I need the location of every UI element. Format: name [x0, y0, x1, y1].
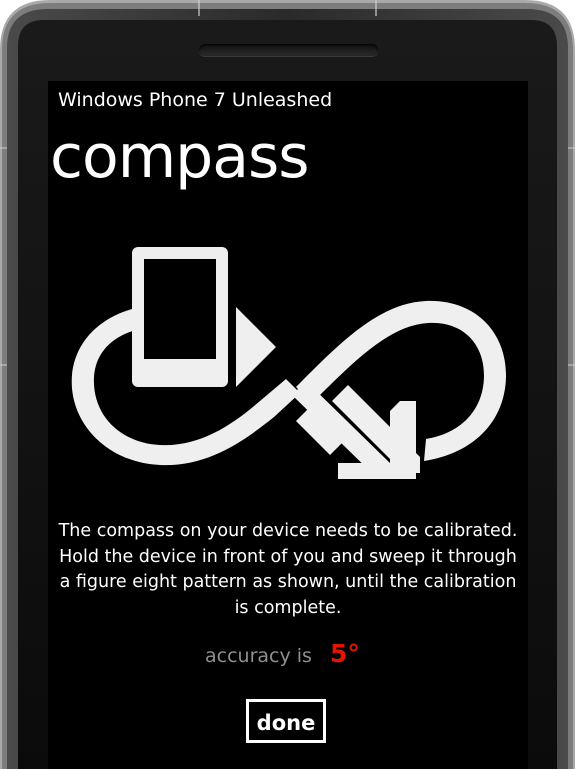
accuracy-value: 5°: [330, 639, 360, 668]
phone-device: Windows Phone 7 Unleashed compass The co…: [0, 0, 575, 769]
accuracy-label: accuracy is: [205, 645, 312, 667]
done-button[interactable]: done: [246, 699, 326, 743]
phone-screen: Windows Phone 7 Unleashed compass The co…: [48, 81, 528, 769]
earpiece-speaker: [199, 44, 378, 56]
calibration-instructions: The compass on your device needs to be c…: [58, 521, 518, 618]
accuracy-readout: accuracy is 5°: [48, 639, 528, 677]
